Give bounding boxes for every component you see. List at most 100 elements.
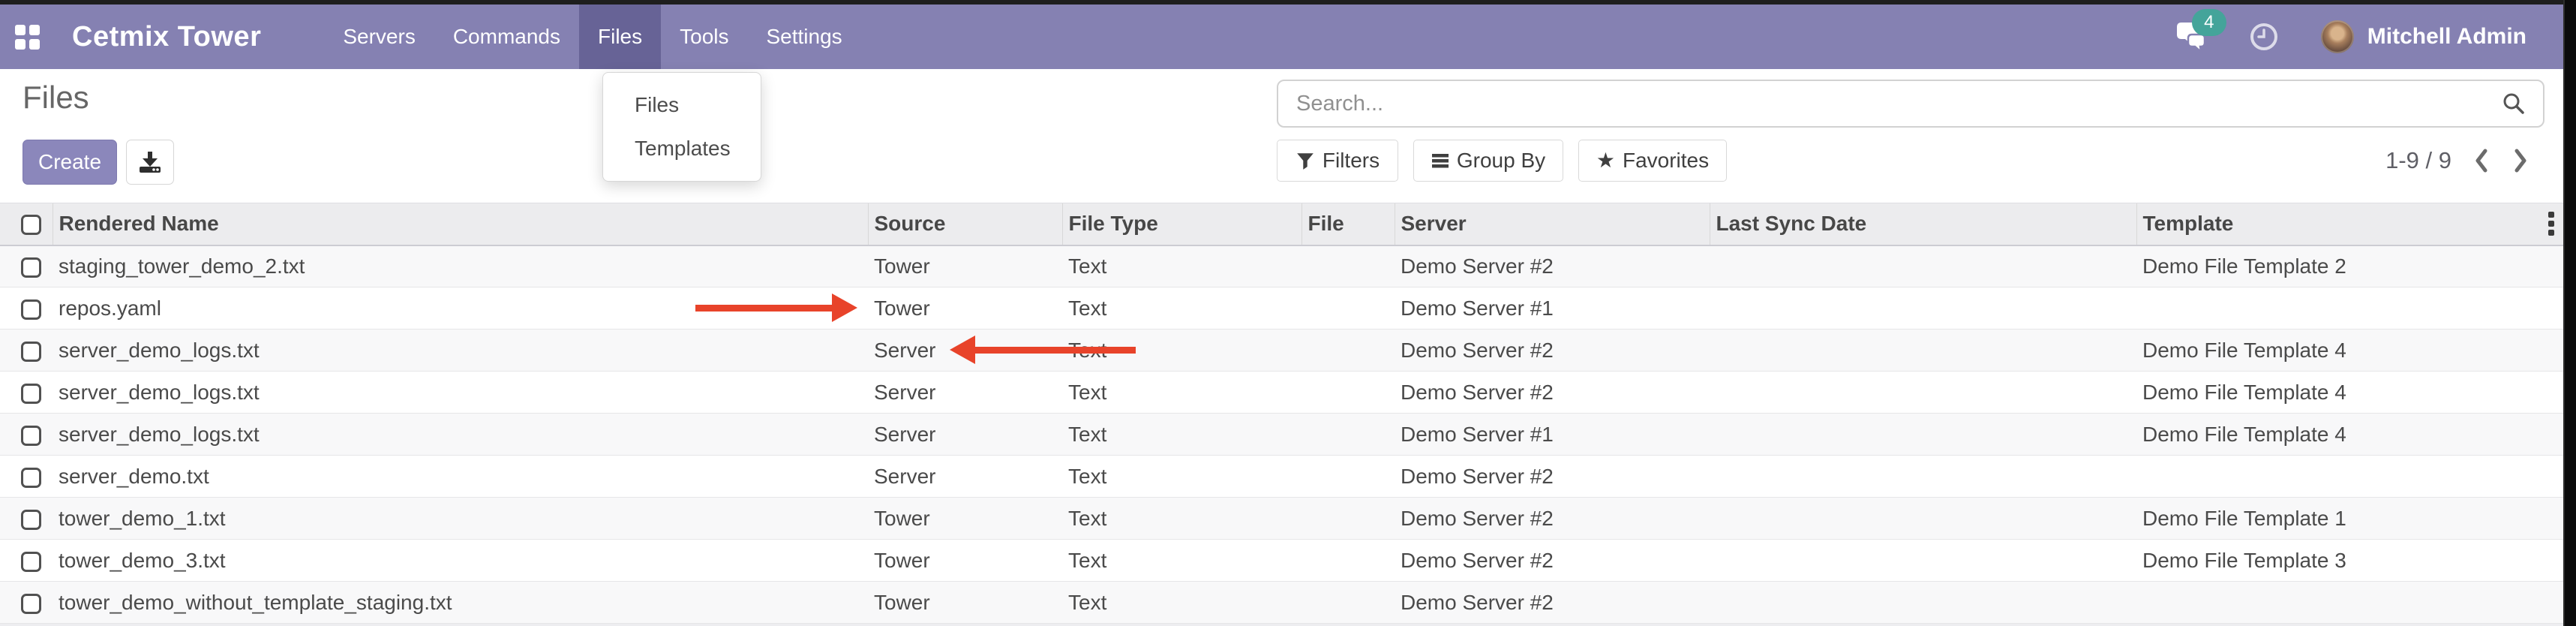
export-download-icon <box>137 149 164 175</box>
cell-file-type: Text <box>1062 372 1302 414</box>
search-input[interactable] <box>1278 81 2501 126</box>
table-row[interactable]: tower_demo_1.txt Tower Text Demo Server … <box>0 498 2563 540</box>
cell-file <box>1302 287 1395 330</box>
dropdown-item-templates[interactable]: Templates <box>603 127 761 170</box>
table-row[interactable]: server_demo_logs.txt Server Text Demo Se… <box>0 330 2563 372</box>
table-header-row: Rendered Name Source File Type File Serv… <box>0 203 2563 245</box>
table-row[interactable]: server_demo_logs.txt Server Text Demo Se… <box>0 414 2563 456</box>
cell-server: Demo Server #1 <box>1395 287 1710 330</box>
row-checkbox[interactable] <box>21 257 41 278</box>
cell-source: Tower <box>868 287 1062 330</box>
group-by-label: Group By <box>1457 149 1545 173</box>
row-checkbox[interactable] <box>21 594 41 614</box>
cell-last-sync-date <box>1710 245 2136 287</box>
column-header-last-sync-date[interactable]: Last Sync Date <box>1710 203 2136 245</box>
column-header-file-type[interactable]: File Type <box>1062 203 1302 245</box>
window-scrollbar-edge[interactable] <box>2563 0 2576 626</box>
row-select-cell <box>0 372 53 414</box>
cell-source: Tower <box>868 540 1062 582</box>
column-header-source[interactable]: Source <box>868 203 1062 245</box>
activities-button[interactable] <box>2249 22 2279 52</box>
cell-source: Server <box>868 414 1062 456</box>
cell-last-sync-date <box>1710 414 2136 456</box>
export-button[interactable] <box>126 140 174 185</box>
row-checkbox[interactable] <box>21 552 41 572</box>
cell-template: Demo File Template 4 <box>2136 372 2563 414</box>
dropdown-item-files[interactable]: Files <box>603 83 761 127</box>
user-menu[interactable]: Mitchell Admin <box>2367 24 2526 50</box>
favorites-label: Favorites <box>1623 149 1709 173</box>
table-row[interactable]: staging_tower_demo_2.txt Tower Text Demo… <box>0 245 2563 287</box>
cell-rendered-name: tower_demo_1.txt <box>53 498 868 540</box>
row-select-cell <box>0 498 53 540</box>
row-select-cell <box>0 456 53 498</box>
table-row[interactable]: tower_demo_3.txt Tower Text Demo Server … <box>0 540 2563 582</box>
filters-button[interactable]: Filters <box>1277 140 1398 182</box>
cell-template <box>2136 582 2563 624</box>
cell-file <box>1302 414 1395 456</box>
template-header-label: Template <box>2143 212 2234 235</box>
cell-template: Demo File Template 4 <box>2136 414 2563 456</box>
pager-range: 1-9 / 9 <box>2385 147 2451 174</box>
cell-template: Demo File Template 2 <box>2136 245 2563 287</box>
nav-item-commands[interactable]: Commands <box>434 5 579 69</box>
select-all-cell <box>0 203 53 245</box>
table-row[interactable]: repos.yaml Tower Text Demo Server #1 <box>0 287 2563 330</box>
nav-item-files[interactable]: Files <box>579 5 661 69</box>
cell-rendered-name: server_demo.txt <box>53 456 868 498</box>
cell-rendered-name: tower_demo_3.txt <box>53 540 868 582</box>
cell-source: Server <box>868 372 1062 414</box>
cell-template: Demo File Template 1 <box>2136 498 2563 540</box>
cell-file-type: Text <box>1062 287 1302 330</box>
table-row[interactable]: server_demo.txt Server Text Demo Server … <box>0 456 2563 498</box>
row-checkbox[interactable] <box>21 426 41 446</box>
cell-rendered-name: tower_demo_without_template_staging.txt <box>53 582 868 624</box>
row-checkbox[interactable] <box>21 299 41 320</box>
table-row[interactable]: server_demo_logs.txt Server Text Demo Se… <box>0 372 2563 414</box>
cell-last-sync-date <box>1710 540 2136 582</box>
column-header-file[interactable]: File <box>1302 203 1395 245</box>
column-options-icon[interactable] <box>2548 212 2554 236</box>
cell-source: Tower <box>868 498 1062 540</box>
row-checkbox[interactable] <box>21 510 41 530</box>
pager-next-button[interactable] <box>2511 147 2529 174</box>
cell-rendered-name: server_demo_logs.txt <box>53 372 868 414</box>
group-by-button[interactable]: Group By <box>1413 140 1563 182</box>
star-icon: ★ <box>1596 150 1615 171</box>
column-header-server[interactable]: Server <box>1395 203 1710 245</box>
file-table-body: staging_tower_demo_2.txt Tower Text Demo… <box>0 245 2563 624</box>
column-header-template[interactable]: Template <box>2136 203 2563 245</box>
cell-server: Demo Server #2 <box>1395 245 1710 287</box>
search-icon[interactable] <box>2501 91 2526 116</box>
table-row[interactable]: tower_demo_without_template_staging.txt … <box>0 582 2563 624</box>
cell-file-type: Text <box>1062 245 1302 287</box>
cell-file <box>1302 372 1395 414</box>
main-menu: Servers Commands Files Tools Settings <box>324 5 860 69</box>
cell-server: Demo Server #2 <box>1395 540 1710 582</box>
row-checkbox[interactable] <box>21 384 41 404</box>
chevron-left-icon <box>2472 147 2490 174</box>
row-checkbox[interactable] <box>21 342 41 362</box>
nav-item-servers[interactable]: Servers <box>324 5 434 69</box>
cell-file-type: Text <box>1062 498 1302 540</box>
favorites-button[interactable]: ★ Favorites <box>1578 140 1727 182</box>
funnel-icon <box>1296 151 1315 170</box>
cell-file-type: Text <box>1062 414 1302 456</box>
messages-button[interactable]: 4 <box>2174 21 2210 53</box>
cell-rendered-name: server_demo_logs.txt <box>53 330 868 372</box>
cell-rendered-name: server_demo_logs.txt <box>53 414 868 456</box>
select-all-checkbox[interactable] <box>21 215 41 235</box>
apps-menu-button[interactable] <box>0 5 54 69</box>
nav-item-tools[interactable]: Tools <box>661 5 747 69</box>
annotation-arrow-left <box>950 336 1136 364</box>
cell-file-type: Text <box>1062 456 1302 498</box>
avatar[interactable] <box>2321 20 2354 53</box>
pager-previous-button[interactable] <box>2472 147 2490 174</box>
row-checkbox[interactable] <box>21 468 41 488</box>
clock-icon <box>2249 22 2279 52</box>
nav-item-settings[interactable]: Settings <box>748 5 861 69</box>
cell-server: Demo Server #2 <box>1395 456 1710 498</box>
row-select-cell <box>0 414 53 456</box>
column-header-rendered-name[interactable]: Rendered Name <box>53 203 868 245</box>
create-button[interactable]: Create <box>23 140 117 185</box>
